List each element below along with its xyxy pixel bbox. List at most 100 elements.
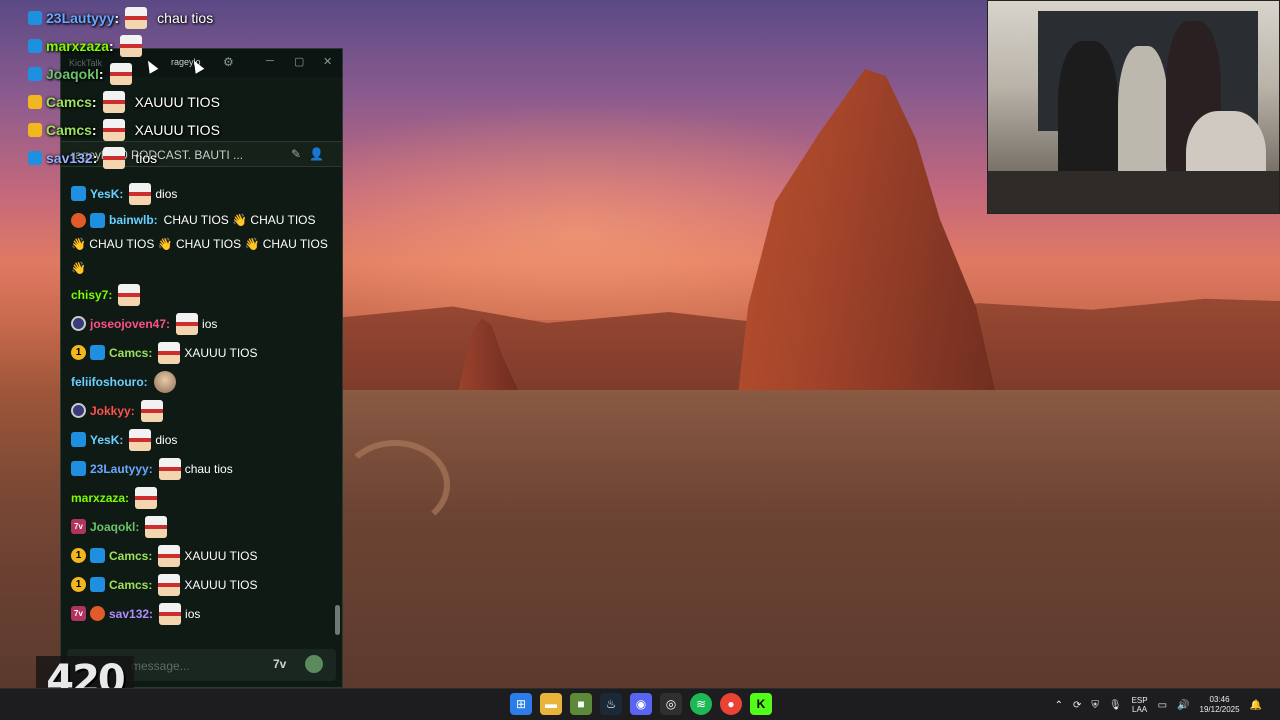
chat-username[interactable]: Camcs: — [109, 573, 152, 597]
chat-message[interactable]: bainwlb: CHAU TIOS 👋 CHAU TIOS 👋 CHAU TIO… — [71, 208, 332, 280]
spotify-icon[interactable]: ≋ — [690, 693, 712, 715]
blue-badge-icon — [71, 461, 86, 476]
network-icon[interactable]: ▭ — [1158, 700, 1167, 711]
chat-username[interactable]: Camcs: — [109, 544, 152, 568]
gold-badge-icon: 1 — [71, 577, 86, 592]
chat-username[interactable]: Joaqokl: — [90, 515, 139, 539]
emote-icon — [125, 7, 148, 29]
emote-icon — [103, 147, 126, 169]
chat-message[interactable]: 1 Camcs: XAUUU TIOS — [71, 338, 332, 367]
wallpaper-desert-ground — [340, 390, 1280, 688]
chat-message[interactable]: YesK: dios — [71, 425, 332, 454]
chat-username[interactable]: chisy7: — [71, 283, 112, 307]
emote-icon — [129, 182, 152, 205]
pin-badge-icon — [71, 213, 86, 229]
gold-badge-icon: 1 — [71, 548, 86, 563]
chat-message[interactable]: feliifoshouro: — [71, 367, 332, 396]
chat-username[interactable]: marxzaza: — [71, 486, 129, 510]
chat-username[interactable]: YesK: — [90, 428, 123, 452]
emote-picker-icon[interactable] — [305, 655, 323, 673]
chat-username[interactable]: Camcs: — [109, 341, 152, 365]
circle-badge-icon — [71, 403, 86, 418]
chat-message[interactable]: 1 Camcs: XAUUU TIOS — [71, 570, 332, 599]
overlay-message: chau tios — [157, 10, 214, 26]
badge-icon — [28, 123, 42, 137]
chat-message[interactable]: 7v Joaqokl: — [71, 512, 332, 541]
system-tray: ⌃ ⟳ ⛨ 🎙 ESP LAA ▭ 🔊 03:46 19/12/2025 🔔 — [1055, 689, 1262, 720]
clock[interactable]: 03:46 19/12/2025 — [1200, 695, 1240, 715]
overlay-chat-line: Camcs: XAUUU TIOS — [28, 88, 328, 116]
overlay-username: marxzaza — [46, 38, 110, 54]
chat-username[interactable]: joseojoven47: — [90, 312, 170, 336]
overlay-message: XAUUU TIOS — [134, 94, 220, 110]
chat-username[interactable]: Jokkyy: — [90, 399, 135, 423]
input-placeholder: message... — [131, 659, 190, 673]
microphone-icon[interactable]: 🎙 — [1109, 700, 1122, 711]
emote-icon — [109, 63, 132, 85]
obs-icon[interactable]: ◎ — [660, 693, 682, 715]
kick-icon[interactable]: K — [750, 693, 772, 715]
webcam-overlay — [987, 0, 1280, 214]
windows-start-icon[interactable]: ⊞ — [510, 693, 532, 715]
chat-username[interactable]: YesK: — [90, 182, 123, 206]
overlay-chat-line: Joaqokl: — [28, 60, 328, 88]
overlay-username: sav132 — [46, 150, 93, 166]
chat-message[interactable]: 1 Camcs: XAUUU TIOS — [71, 541, 332, 570]
language-indicator[interactable]: ESP LAA — [1132, 696, 1148, 714]
steam-icon[interactable]: ♨ — [600, 693, 622, 715]
chat-message[interactable]: YesK: dios — [71, 179, 332, 208]
overlay-message: tios — [135, 150, 158, 166]
chat-messages[interactable]: YesK: dios bainwlb: CHAU TIOS 👋 CHAU TIOS 👋… — [61, 179, 342, 639]
overlay-chat-line: Camcs: XAUUU TIOS — [28, 116, 328, 144]
chat-message[interactable]: joseojoven47: ios — [71, 309, 332, 338]
blue-badge-icon — [71, 186, 86, 201]
overlay-username: Camcs — [46, 122, 92, 138]
emote-icon — [158, 573, 181, 596]
badge-icon — [28, 11, 42, 25]
shield-icon[interactable]: ⛨ — [1091, 700, 1099, 711]
badge-icon — [28, 151, 42, 165]
scrollbar[interactable] — [335, 605, 340, 635]
blue-badge-icon — [90, 213, 105, 229]
emote-icon — [129, 428, 152, 451]
chat-message-text: chau tios — [184, 461, 233, 476]
volume-icon[interactable]: 🔊 — [1177, 700, 1189, 711]
chat-message[interactable]: marxzaza: — [71, 483, 332, 512]
emote-icon — [158, 341, 181, 364]
chat-message[interactable]: 23Lautyyy: chau tios — [71, 454, 332, 483]
emote-icon — [119, 35, 142, 57]
chat-username[interactable]: 23Lautyyy: — [90, 457, 153, 481]
chat-message[interactable]: Jokkyy: — [71, 396, 332, 425]
emote-icon — [102, 119, 125, 141]
blue-badge-icon — [71, 432, 86, 447]
stream-overlay-chat: 23Lautyyy: chau tios marxzaza: Joaqokl: Camc… — [28, 4, 328, 172]
discord-icon[interactable]: ◉ — [630, 693, 652, 715]
overlay-message: XAUUU TIOS — [134, 122, 220, 138]
file-explorer-icon[interactable]: ▬ — [540, 693, 562, 715]
overlay-username: 23Lautyyy — [46, 10, 115, 26]
emote-icon — [176, 312, 199, 335]
chat-username[interactable]: bainwlb: — [109, 213, 158, 227]
chat-message[interactable]: 7v sav132: ios — [71, 599, 332, 628]
webcam-person — [1058, 41, 1118, 191]
sync-icon[interactable]: ⟳ — [1073, 700, 1081, 711]
notification-icon[interactable]: 🔔 — [1250, 700, 1262, 711]
chat-message-text: dios — [155, 186, 178, 201]
taskbar: ⊞ ▬ ■ ♨ ◉ ◎ ≋ ● K ⌃ ⟳ ⛨ 🎙 ESP LAA ▭ 🔊 03:… — [0, 688, 1280, 720]
chrome-icon[interactable]: ● — [720, 693, 742, 715]
emote-icon — [158, 457, 181, 480]
minecraft-icon[interactable]: ■ — [570, 693, 592, 715]
emote-icon — [135, 486, 158, 509]
wallpaper-road — [340, 440, 450, 530]
emote-icon — [118, 283, 141, 306]
seventv-emote-icon[interactable]: 7v — [273, 657, 286, 671]
chat-message[interactable]: chisy7: — [71, 280, 332, 309]
chevron-up-icon[interactable]: ⌃ — [1055, 700, 1063, 711]
chat-message-text: ios — [185, 606, 201, 621]
gold-badge-icon: 1 — [71, 345, 86, 360]
blue-badge-icon — [90, 548, 105, 563]
blue-badge-icon — [90, 577, 105, 592]
chat-username[interactable]: sav132: — [109, 602, 153, 626]
overlay-chat-line: sav132: tios — [28, 144, 328, 172]
chat-username[interactable]: feliifoshouro: — [71, 370, 148, 394]
